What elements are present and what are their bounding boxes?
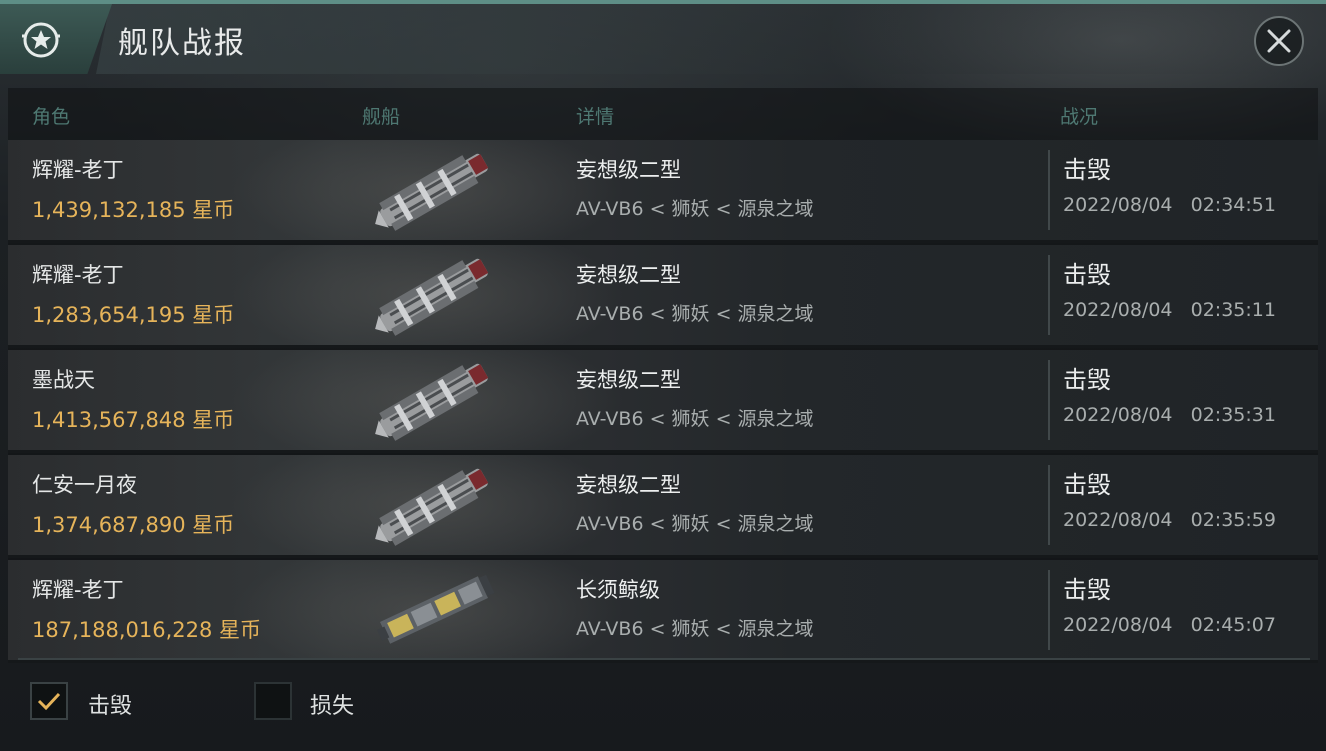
battleship-icon (375, 468, 489, 546)
ship-name: 长须鲸级 (576, 578, 660, 602)
star-medal-icon (22, 22, 60, 58)
battleship-icon (375, 363, 489, 441)
column-divider (1048, 255, 1050, 335)
status-text: 击毁 (1063, 261, 1111, 289)
pilot-name: 墨战天 (32, 368, 95, 392)
timestamp: 2022/08/04 02:34:51 (1063, 194, 1276, 216)
column-divider (1048, 360, 1050, 440)
ship-name: 妄想级二型 (576, 473, 681, 497)
timestamp: 2022/08/04 02:35:59 (1063, 509, 1276, 531)
location: AV-VB6 < 狮妖 < 源泉之域 (576, 303, 814, 325)
checkmark-icon (37, 692, 61, 711)
ship-name: 妄想级二型 (576, 368, 681, 392)
isk-value: 1,413,567,848 星币 (32, 408, 235, 432)
column-header-ship: 舰船 (362, 106, 401, 128)
ship-name: 妄想级二型 (576, 158, 681, 182)
location: AV-VB6 < 狮妖 < 源泉之域 (576, 198, 814, 220)
timestamp: 2022/08/04 02:35:31 (1063, 404, 1276, 426)
timestamp: 2022/08/04 02:45:07 (1063, 614, 1276, 636)
table-row[interactable]: 辉耀-老丁 1,283,654,195 星币 妄想级二型 AV-VB6 < 狮妖… (8, 245, 1318, 348)
column-header-details: 详情 (576, 106, 615, 128)
ship-name: 妄想级二型 (576, 263, 681, 287)
battleship-icon (375, 153, 489, 231)
filter-losses-checkbox[interactable] (254, 682, 292, 720)
table-row[interactable]: 墨战天 1,413,567,848 星币 妄想级二型 AV-VB6 < 狮妖 <… (8, 350, 1318, 453)
pilot-name: 辉耀-老丁 (32, 263, 124, 287)
pilot-name: 仁安一月夜 (32, 473, 137, 497)
column-divider (1048, 465, 1050, 545)
location: AV-VB6 < 狮妖 < 源泉之域 (576, 513, 814, 535)
close-icon (1267, 29, 1291, 53)
location: AV-VB6 < 狮妖 < 源泉之域 (576, 618, 814, 640)
table-row[interactable]: 辉耀-老丁 187,188,016,228 星币 长须鲸级 AV-VB6 < 狮… (8, 560, 1318, 663)
table-row[interactable]: 仁安一月夜 1,374,687,890 星币 妄想级二型 AV-VB6 < 狮妖… (8, 455, 1318, 558)
isk-value: 1,374,687,890 星币 (32, 513, 235, 537)
status-text: 击毁 (1063, 471, 1111, 499)
column-header-status: 战况 (1060, 106, 1099, 128)
battle-report-table: 角色 舰船 详情 战况 辉耀-老丁 1,439,132,185 星币 妄想级二型… (8, 88, 1318, 663)
status-text: 击毁 (1063, 156, 1111, 184)
window-header: 舰队战报 (0, 4, 1326, 82)
filter-kills-checkbox[interactable] (30, 682, 68, 720)
table-header: 角色 舰船 详情 战况 (8, 88, 1318, 140)
isk-value: 1,439,132,185 星币 (32, 198, 235, 222)
header-strip (96, 4, 1326, 74)
column-divider (1048, 570, 1050, 650)
timestamp: 2022/08/04 02:35:11 (1063, 299, 1276, 321)
column-divider (1048, 150, 1050, 230)
filter-kills-label: 击毁 (88, 694, 133, 719)
location: AV-VB6 < 狮妖 < 源泉之域 (576, 408, 814, 430)
pilot-name: 辉耀-老丁 (32, 578, 124, 602)
battleship-icon (375, 258, 489, 336)
freighter-icon (377, 574, 495, 644)
table-row[interactable]: 辉耀-老丁 1,439,132,185 星币 妄想级二型 AV-VB6 < 狮妖… (8, 140, 1318, 243)
status-text: 击毁 (1063, 576, 1111, 604)
status-text: 击毁 (1063, 366, 1111, 394)
close-button[interactable] (1254, 16, 1304, 66)
filter-losses-label: 损失 (310, 694, 355, 719)
pilot-name: 辉耀-老丁 (32, 158, 124, 182)
page-title: 舰队战报 (118, 26, 246, 61)
isk-value: 1,283,654,195 星币 (32, 303, 235, 327)
isk-value: 187,188,016,228 星币 (32, 618, 262, 642)
footer-divider (18, 658, 1310, 660)
column-header-role: 角色 (32, 106, 71, 128)
